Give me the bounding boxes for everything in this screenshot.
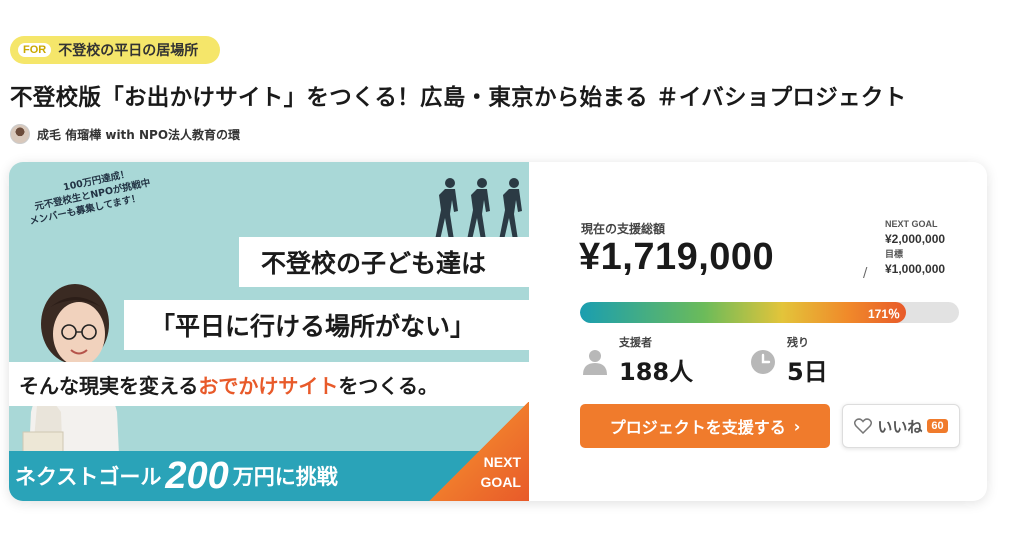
goal-number: 200 bbox=[165, 454, 229, 497]
supporters-label: 支援者 bbox=[619, 336, 652, 349]
clock-icon bbox=[751, 349, 775, 374]
project-card: 100万円達成！ 元不登校生とNPOが挑戦中 メンバーも募集してます！ 不登校の… bbox=[9, 162, 987, 501]
supporters-stat: 支援者 188人 bbox=[581, 334, 693, 387]
person-icon bbox=[583, 349, 607, 375]
progress-percent: 171％ bbox=[868, 307, 901, 321]
remaining-days: 5日 bbox=[787, 358, 828, 386]
like-button[interactable]: いいね 60 bbox=[842, 404, 960, 448]
walking-people-silhouette bbox=[435, 178, 522, 240]
banner-text-highlight: おでかけサイト bbox=[198, 373, 339, 398]
tag-label: 不登校の平日の居場所 bbox=[58, 43, 199, 59]
current-total-label: 現在の支援総額 bbox=[581, 222, 666, 236]
funding-progress-bar: 171％ bbox=[580, 302, 959, 323]
support-button-label: プロジェクトを支援する bbox=[609, 418, 786, 437]
banner-text-part: をつくる。 bbox=[338, 373, 439, 398]
goal-separator: / bbox=[863, 266, 868, 281]
remaining-label: 残り bbox=[787, 336, 809, 349]
next-goal-label: NEXT GOAL bbox=[885, 219, 938, 229]
next-goal-corner: NEXT GOAL bbox=[429, 402, 529, 501]
author-name: 成毛 侑瑠樺 with NPO法人教育の環 bbox=[37, 127, 241, 142]
support-project-button[interactable]: プロジェクトを支援する › bbox=[580, 404, 830, 448]
avatar bbox=[10, 124, 30, 144]
goal-value: ¥1,000,000 bbox=[885, 262, 946, 276]
author-link[interactable]: 成毛 侑瑠樺 with NPO法人教育の環 bbox=[10, 124, 240, 144]
supporters-count: 188人 bbox=[619, 358, 694, 386]
banner-text-line: 「平日に行ける場所がない」 bbox=[124, 300, 529, 350]
goal-text: 万円に挑戦 bbox=[232, 465, 338, 489]
goal-text: ネクストゴール bbox=[15, 465, 162, 489]
next-goal-word: NEXT bbox=[483, 454, 521, 470]
chevron-right-icon: › bbox=[793, 416, 801, 436]
remaining-stat: 残り 5日 bbox=[749, 334, 828, 387]
next-goal-value: ¥2,000,000 bbox=[885, 232, 946, 246]
like-label: いいね bbox=[877, 417, 923, 436]
speech-text: 100万円達成！ 元不登校生とNPOが挑戦中 メンバーも募集してます！ bbox=[23, 162, 184, 258]
goal-label: 目標 bbox=[885, 249, 904, 259]
heart-icon bbox=[854, 418, 873, 434]
category-tag[interactable]: FOR 不登校の平日の居場所 bbox=[10, 36, 220, 64]
banner-text-line: そんな現実を変える おでかけサイト をつくる。 bbox=[9, 362, 529, 406]
progress-fill bbox=[580, 302, 906, 323]
tag-prefix: FOR bbox=[18, 43, 52, 57]
like-count-badge: 60 bbox=[927, 419, 948, 433]
page-title: 不登校版「お出かけサイト」をつくる！広島・東京から始まる ＃イバショプロジェクト bbox=[10, 85, 907, 111]
funding-panel: 現在の支援総額 ¥1,719,000 / NEXT GOAL ¥2,000,00… bbox=[529, 162, 987, 501]
current-total-amount: ¥1,719,000 bbox=[579, 236, 775, 278]
goal-info: NEXT GOAL ¥2,000,000 目標 ¥1,000,000 bbox=[885, 217, 945, 277]
banner-text-part: そんな現実を変える bbox=[19, 373, 199, 398]
project-banner-image: 100万円達成！ 元不登校生とNPOが挑戦中 メンバーも募集してます！ 不登校の… bbox=[9, 162, 529, 501]
banner-text-line: 不登校の子ども達は bbox=[239, 237, 529, 287]
next-goal-word: GOAL bbox=[480, 474, 521, 490]
